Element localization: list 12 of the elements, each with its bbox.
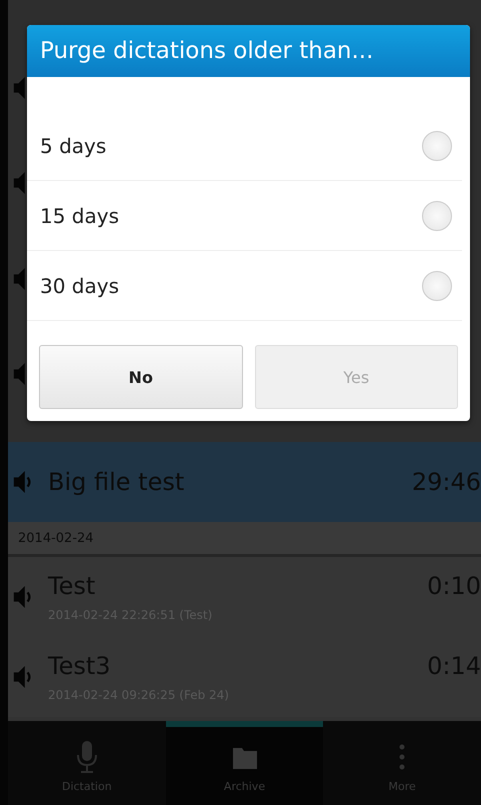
radio-button[interactable]: [422, 130, 452, 160]
dictation-title: Big file test: [48, 468, 184, 496]
dialog-button[interactable]: No: [39, 345, 242, 409]
dictation-row[interactable]: Big file test 29:46: [8, 442, 481, 522]
dictation-duration: 29:46: [412, 468, 481, 496]
more-icon: [399, 744, 406, 770]
option-label: 15 days: [40, 204, 120, 228]
radio-button[interactable]: [422, 270, 452, 300]
radio-button[interactable]: [422, 200, 452, 230]
dialog-title: Purge dictations older than...: [27, 25, 470, 77]
option-label: 5 days: [40, 134, 106, 158]
option-label: 30 days: [40, 274, 120, 298]
